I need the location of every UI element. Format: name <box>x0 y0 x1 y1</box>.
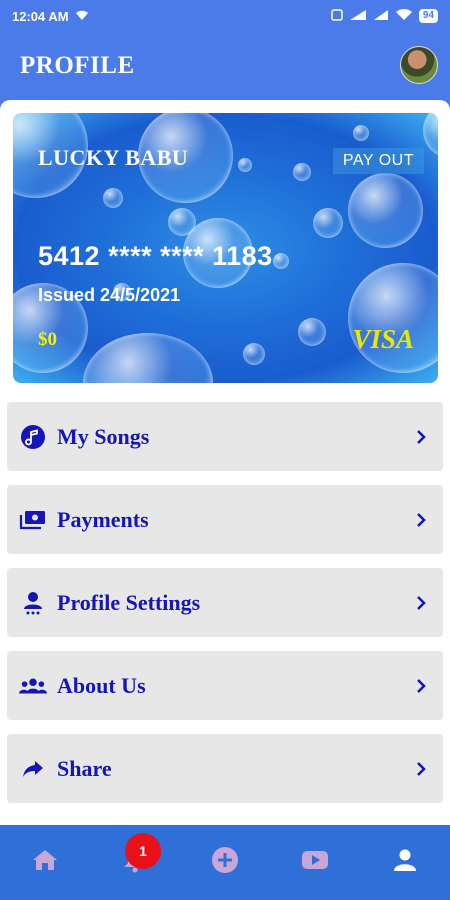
nav-home[interactable] <box>20 838 70 888</box>
main-content: LUCKY BABU PAY OUT 5412 **** **** 1183 I… <box>0 100 450 825</box>
nav-add[interactable] <box>200 838 250 888</box>
music-note-icon <box>19 423 47 451</box>
status-time: 12:04 AM <box>12 8 69 24</box>
status-bar: 12:04 AM 94 <box>0 0 450 32</box>
add-circle-icon <box>211 846 239 879</box>
battery-icon: 94 <box>418 9 438 23</box>
menu-item-about-us[interactable]: About Us <box>7 651 443 720</box>
nav-notifications[interactable]: 1 <box>110 832 161 888</box>
chevron-right-icon <box>411 676 431 696</box>
menu-item-share[interactable]: Share <box>7 734 443 803</box>
app-header: PROFILE <box>0 32 450 100</box>
menu-item-label: Profile Settings <box>57 589 201 615</box>
menu-item-label: Share <box>57 755 112 781</box>
chevron-right-icon <box>411 427 431 447</box>
menu-item-profile-settings[interactable]: Profile Settings <box>7 568 443 637</box>
card-brand-logo: VISA <box>352 324 414 354</box>
page-title: PROFILE <box>20 52 135 79</box>
group-icon <box>19 672 47 700</box>
notification-badge: 1 <box>125 832 161 869</box>
signal-icon <box>349 9 367 24</box>
bottom-navigation: 1 <box>0 825 450 900</box>
sim-icon <box>331 8 343 24</box>
signal-icon <box>373 9 389 24</box>
share-arrow-icon <box>19 755 47 783</box>
card-balance: $0 <box>38 329 57 350</box>
person-settings-icon <box>19 589 47 617</box>
wifi-icon <box>75 9 89 24</box>
chevron-right-icon <box>411 593 431 613</box>
youtube-icon <box>301 850 329 875</box>
card-issued-date: Issued 24/5/2021 <box>38 285 181 305</box>
person-icon <box>393 848 417 877</box>
menu-item-label: My Songs <box>57 423 150 449</box>
home-icon <box>32 848 58 877</box>
payments-icon <box>19 506 47 534</box>
chevron-right-icon <box>411 510 431 530</box>
menu-item-label: About Us <box>57 672 146 698</box>
menu-item-payments[interactable]: Payments <box>7 485 443 554</box>
card-number: 5412 **** **** 1183 <box>38 241 273 271</box>
avatar[interactable] <box>400 46 438 84</box>
menu-item-label: Payments <box>57 506 149 532</box>
profile-menu: My Songs Payments Profile Settings About… <box>7 402 443 817</box>
payment-card: LUCKY BABU PAY OUT 5412 **** **** 1183 I… <box>13 113 438 383</box>
wifi-icon <box>395 8 413 24</box>
payout-button[interactable]: PAY OUT <box>332 148 424 174</box>
chevron-right-icon <box>411 759 431 779</box>
card-holder-name: LUCKY BABU <box>38 145 189 170</box>
menu-item-my-songs[interactable]: My Songs <box>7 402 443 471</box>
nav-profile[interactable] <box>380 838 430 888</box>
nav-videos[interactable] <box>290 838 340 888</box>
